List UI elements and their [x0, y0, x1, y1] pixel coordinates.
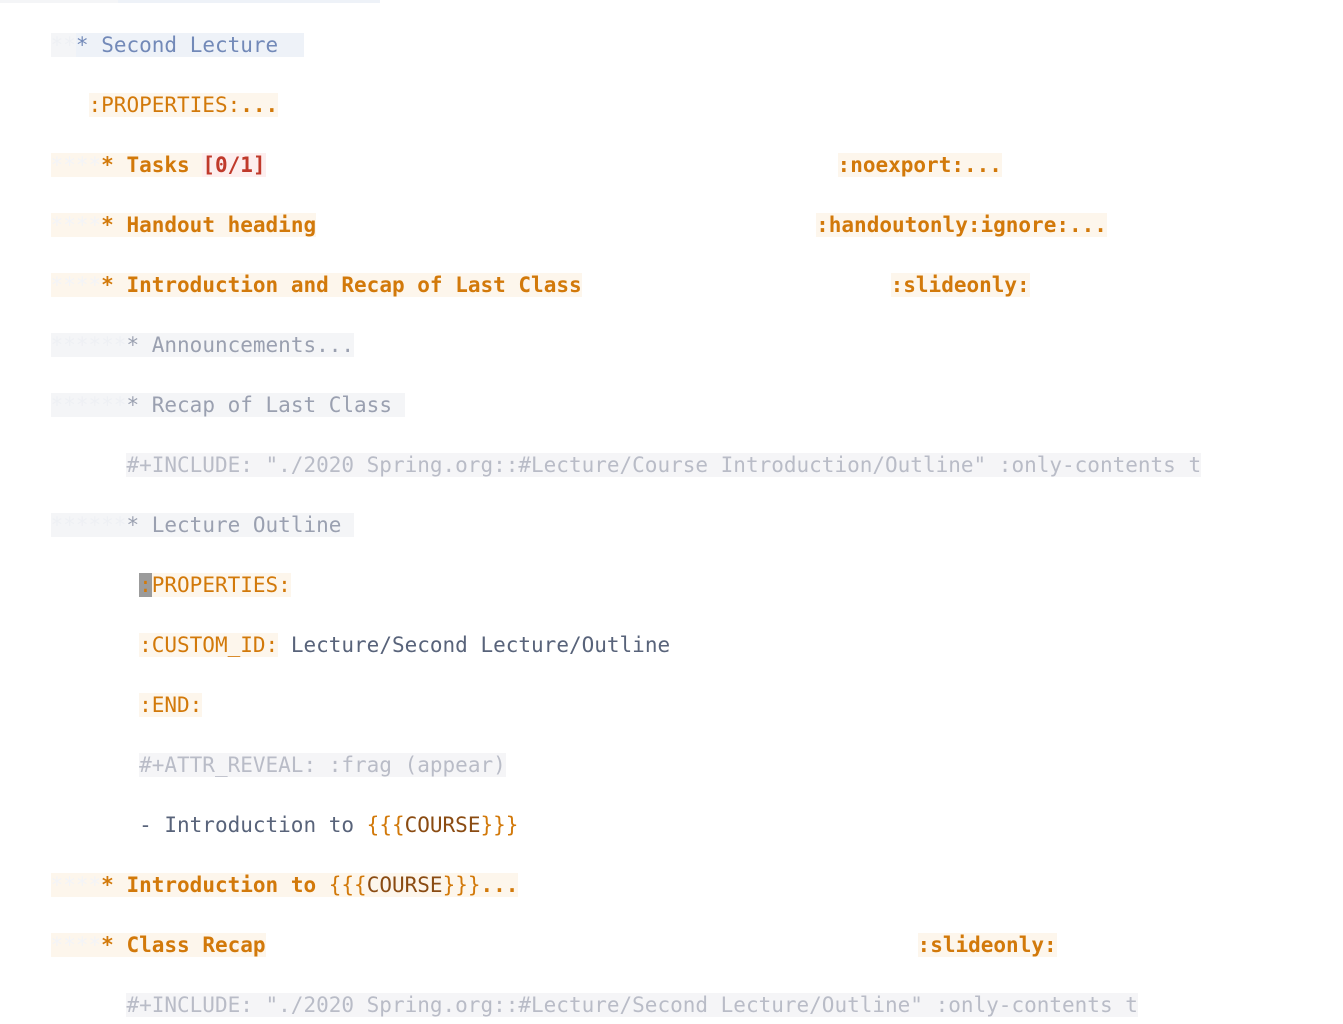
outline-heading-introduction-course[interactable]: ***** Introduction to {{{COURSE}}}... — [0, 840, 1343, 897]
statistics-cookie: [0/1] — [202, 153, 266, 177]
heading-stars: ****** — [50, 333, 127, 357]
drawer-text: :PROPERTIES:... — [88, 93, 279, 117]
heading-tags[interactable]: :slideonly: — [917, 933, 1057, 957]
outline-heading-tasks[interactable]: ***** Tasks [0/1] :noexport:... — [0, 120, 1343, 177]
keyword-text: #+INCLUDE: "./2020 Spring.org::#Lecture/… — [126, 453, 1202, 477]
keyword-indent — [51, 993, 127, 1017]
heading-stars: ****** — [50, 513, 127, 537]
list-item-text: - Introduction to — [139, 813, 367, 837]
heading-stars: **** — [50, 933, 102, 957]
drawer-indent — [51, 633, 140, 657]
heading-stars: **** — [50, 153, 102, 177]
properties-drawer-collapsed[interactable]: :PROPERTIES:... — [0, 60, 1343, 117]
org-outline-editor[interactable]: *** Second Lecture :PROPERTIES:... *****… — [0, 0, 1343, 1017]
list-indent — [51, 813, 140, 837]
heading-stars: **** — [50, 213, 102, 237]
drawer-indent — [51, 693, 140, 717]
list-item-introduction[interactable]: - Introduction to {{{COURSE}}} — [0, 780, 1343, 837]
heading-body: * Handout heading — [101, 213, 317, 237]
heading-body: * Introduction to {{{COURSE}}}... — [101, 873, 519, 897]
outline-heading-class-recap[interactable]: ***** Class Recap :slideonly: — [0, 900, 1343, 957]
heading-tags[interactable]: :handoutonly:ignore:... — [816, 213, 1107, 237]
top-edge-sliver — [0, 0, 1343, 3]
drawer-end[interactable]: :END: — [0, 660, 1343, 717]
heading-body: * Recap of Last Class — [126, 393, 405, 417]
outline-heading-announcements[interactable]: ******* Announcements... — [0, 300, 1343, 357]
macro-name: COURSE — [404, 813, 481, 837]
keyword-text: #+ATTR_REVEAL: :frag (appear) — [139, 753, 506, 777]
outline-heading-lecture-outline[interactable]: ******* Lecture Outline — [0, 480, 1343, 537]
heading-body: * Class Recap — [101, 933, 266, 957]
drawer-property-key: :CUSTOM_ID: — [139, 633, 279, 657]
macro-open-brace: {{{ — [366, 813, 405, 837]
heading-tags[interactable]: :slideonly: — [890, 273, 1030, 297]
outline-heading-intro-recap[interactable]: ***** Introduction and Recap of Last Cla… — [0, 240, 1343, 297]
drawer-property-custom-id[interactable]: :CUSTOM_ID: Lecture/Second Lecture/Outli… — [0, 600, 1343, 657]
drawer-text: :END: — [139, 693, 203, 717]
outline-heading-second-lecture[interactable]: *** Second Lecture — [0, 0, 1343, 57]
include-keyword-course-intro[interactable]: #+INCLUDE: "./2020 Spring.org::#Lecture/… — [0, 420, 1343, 477]
outline-heading-recap-last-class[interactable]: ******* Recap of Last Class — [0, 360, 1343, 417]
heading-body: * Second Lecture — [75, 33, 304, 57]
drawer-text: PROPERTIES: — [151, 573, 291, 597]
heading-body: * Lecture Outline — [126, 513, 355, 537]
heading-stars: ****** — [50, 393, 127, 417]
drawer-property-value: Lecture/Second Lecture/Outline — [278, 633, 671, 657]
heading-stars: **** — [50, 873, 102, 897]
heading-body: * Introduction and Recap of Last Class — [101, 273, 582, 297]
properties-drawer-open[interactable]: :PROPERTIES: — [0, 540, 1343, 597]
keyword-text: #+INCLUDE: "./2020 Spring.org::#Lecture/… — [126, 993, 1138, 1017]
outline-heading-handout[interactable]: ***** Handout heading :handoutonly:ignore… — [0, 180, 1343, 237]
keyword-indent — [51, 453, 127, 477]
macro-close-brace: }}} — [480, 813, 519, 837]
keyword-indent — [51, 753, 140, 777]
include-keyword-second-lecture[interactable]: #+INCLUDE: "./2020 Spring.org::#Lecture/… — [0, 960, 1343, 1017]
drawer-indent — [51, 573, 140, 597]
text-cursor: : — [139, 573, 152, 597]
heading-body: * Tasks — [101, 153, 203, 177]
heading-stars: ** — [50, 33, 76, 57]
heading-stars: **** — [50, 273, 102, 297]
attr-reveal-keyword[interactable]: #+ATTR_REVEAL: :frag (appear) — [0, 720, 1343, 777]
drawer-indent — [51, 93, 89, 117]
heading-body: * Announcements... — [126, 333, 355, 357]
heading-tags[interactable]: :noexport:... — [837, 153, 1002, 177]
